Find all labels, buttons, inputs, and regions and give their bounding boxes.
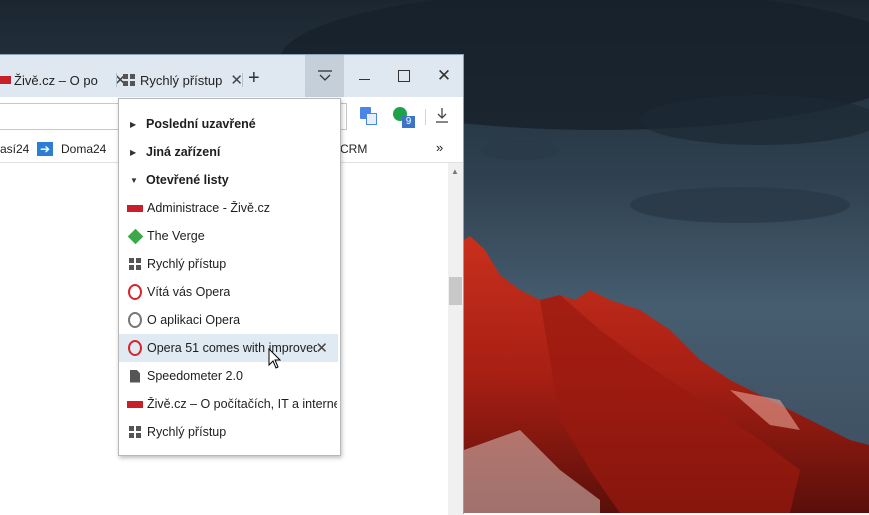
section-label: Otevřené listy xyxy=(146,173,229,187)
close-icon: ✕ xyxy=(436,66,452,85)
opera-gray-icon xyxy=(127,312,143,328)
bookmark-item[interactable]: así24 xyxy=(0,142,29,156)
open-tab-label: Vítá vás Opera xyxy=(147,285,231,299)
tab-divider xyxy=(116,73,117,87)
collapse-arrow-icon: ▼ xyxy=(130,175,138,185)
tab-bar: Živě.cz – O po ✕ Rychlý přístup ✕ + ✕ xyxy=(0,55,463,97)
bookmarks-overflow-button[interactable]: » xyxy=(436,140,443,155)
section-recently-closed[interactable]: ▶ Poslední uzavřené xyxy=(119,110,338,138)
bookmark-label: así24 xyxy=(0,142,30,156)
translate-icon[interactable] xyxy=(360,107,378,125)
section-other-devices[interactable]: ▶ Jiná zařízení xyxy=(119,138,338,166)
close-window-button[interactable]: ✕ xyxy=(424,55,464,97)
open-tab-item[interactable]: O aplikaci Opera xyxy=(119,306,338,334)
mouse-cursor-icon xyxy=(268,348,282,369)
extension-icon[interactable]: 9 xyxy=(393,107,415,129)
section-label: Jiná zařízení xyxy=(146,145,221,159)
open-tab-item[interactable]: Živě.cz – O počítačích, IT a internetu xyxy=(119,390,338,418)
open-tab-label: Administrace - Živě.cz xyxy=(147,201,270,215)
zive-favicon xyxy=(127,396,143,412)
open-tab-item[interactable]: Vítá vás Opera xyxy=(119,278,338,306)
open-tab-label: Rychlý přístup xyxy=(147,257,227,271)
zive-favicon xyxy=(127,200,143,216)
maximize-icon xyxy=(398,70,410,82)
zive-favicon xyxy=(0,76,11,84)
bookmark-item[interactable]: CRM xyxy=(340,142,367,156)
verge-icon xyxy=(127,228,143,244)
toolbar-divider xyxy=(425,109,426,125)
open-tab-item[interactable]: Rychlý přístup xyxy=(119,250,338,278)
expand-arrow-icon: ▶ xyxy=(130,147,137,157)
bookmark-label: Doma24 xyxy=(61,142,107,156)
tab-speed-dial[interactable]: Rychlý přístup ✕ xyxy=(123,67,243,93)
open-tab-item[interactable]: Rychlý přístup xyxy=(119,418,338,446)
speed-dial-icon xyxy=(123,74,135,86)
arrow-right-icon: ➔ xyxy=(37,142,53,156)
section-open-tabs[interactable]: ▼ Otevřené listy xyxy=(119,166,338,194)
open-tab-label: Živě.cz – O počítačích, IT a internetu xyxy=(147,397,337,411)
expand-arrow-icon: ▶ xyxy=(130,119,137,129)
open-tab-label: The Verge xyxy=(147,229,205,243)
open-tab-item-hovered[interactable]: Opera 51 comes with improved ✕ xyxy=(119,334,338,362)
open-tab-label: Opera 51 comes with improved xyxy=(147,341,317,355)
tab-menu-icon xyxy=(317,70,332,81)
tab-menu-button[interactable] xyxy=(305,55,344,97)
opera-icon xyxy=(127,340,143,356)
speed-dial-icon xyxy=(127,256,143,272)
extension-badge: 9 xyxy=(402,116,415,128)
maximize-button[interactable] xyxy=(384,55,424,97)
minimize-icon xyxy=(358,78,370,80)
open-tab-item[interactable]: The Verge xyxy=(119,222,338,250)
close-tab-icon[interactable]: ✕ xyxy=(315,339,328,357)
opera-icon xyxy=(127,284,143,300)
open-tab-label: Rychlý přístup xyxy=(147,425,227,439)
tab-divider xyxy=(242,73,243,87)
downloads-icon[interactable] xyxy=(434,107,450,125)
open-tab-item[interactable]: Administrace - Živě.cz xyxy=(119,194,338,222)
tab-title: Rychlý přístup xyxy=(140,72,223,88)
open-tab-label: O aplikaci Opera xyxy=(147,313,241,327)
tab-menu-dropdown: ▶ Poslední uzavřené ▶ Jiná zařízení ▼ Ot… xyxy=(118,98,341,456)
document-icon xyxy=(127,368,143,384)
new-tab-button[interactable]: + xyxy=(248,67,260,90)
open-tab-item[interactable]: Speedometer 2.0 xyxy=(119,362,338,390)
scroll-up-arrow[interactable]: ▲ xyxy=(451,167,459,176)
tab-zive[interactable]: Živě.cz – O po ✕ xyxy=(0,67,127,93)
scrollbar[interactable]: ▲ xyxy=(448,163,463,515)
speed-dial-icon xyxy=(127,424,143,440)
bookmark-label: CRM xyxy=(340,142,368,156)
tab-title: Živě.cz – O po xyxy=(14,72,98,88)
scrollbar-thumb[interactable] xyxy=(449,277,462,305)
section-label: Poslední uzavřené xyxy=(146,117,256,131)
minimize-button[interactable] xyxy=(344,55,384,97)
open-tab-label: Speedometer 2.0 xyxy=(147,369,243,383)
bookmark-item[interactable]: ➔ Doma24 xyxy=(37,142,106,156)
